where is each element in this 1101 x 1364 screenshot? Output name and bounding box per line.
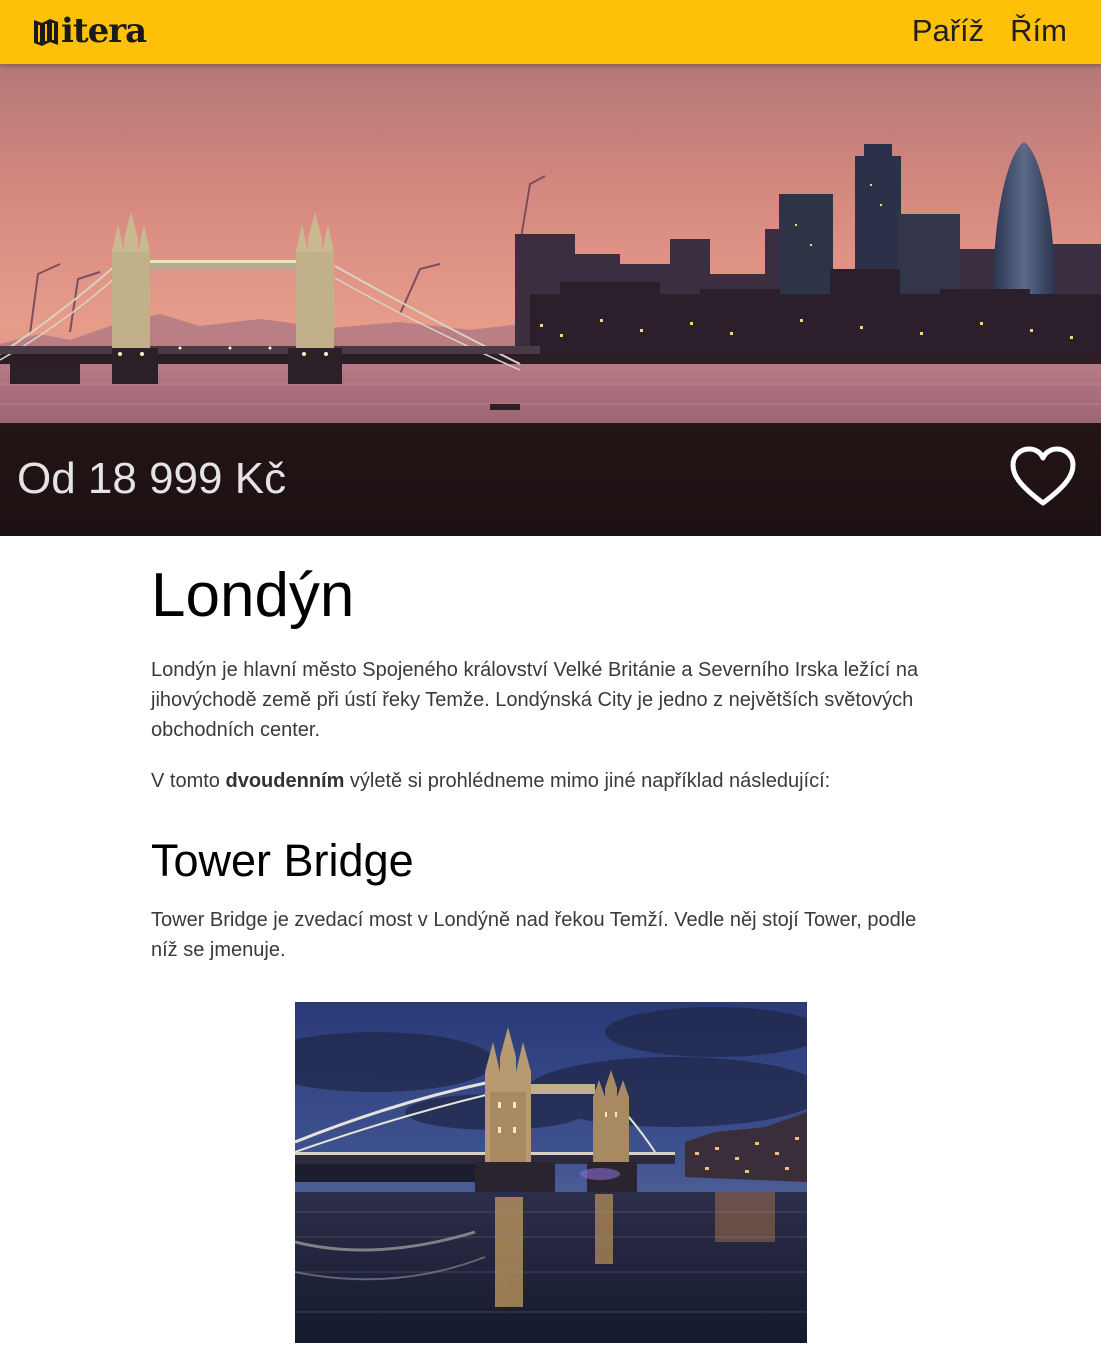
section-title: Tower Bridge (151, 835, 414, 886)
intro-paragraph: Londýn je hlavní město Spojeného královs… (151, 659, 919, 741)
logo-link[interactable]: itera (33, 11, 147, 51)
trip-paragraph: V tomto dvoudenním výletě si prohlédneme… (151, 766, 946, 796)
top-navigation-bar: itera Paříž Řím (0, 0, 1101, 64)
nav-link-rim[interactable]: Řím (1010, 10, 1067, 52)
price-label: Od 18 999 Kč (17, 454, 287, 503)
trip-duration: dvoudenním (225, 770, 345, 792)
trip-text-suffix: výletě si prohlédneme mimo jiné napříkla… (344, 770, 831, 792)
heart-outline-icon[interactable] (1009, 445, 1077, 509)
page-title: Londýn (151, 561, 355, 630)
hero-banner: Od 18 999 Kč (0, 64, 1101, 536)
tower-bridge-photo (295, 1002, 807, 1343)
main-nav: Paříž Řím (912, 10, 1067, 52)
trip-text-prefix: V tomto (151, 770, 226, 792)
price-bar: Od 18 999 Kč (0, 423, 1101, 536)
nav-link-pariz[interactable]: Paříž (912, 10, 984, 52)
section-paragraph: Tower Bridge je zvedací most v Londýně n… (151, 909, 917, 961)
map-logo-icon (33, 17, 59, 47)
logo-text: itera (61, 11, 147, 51)
